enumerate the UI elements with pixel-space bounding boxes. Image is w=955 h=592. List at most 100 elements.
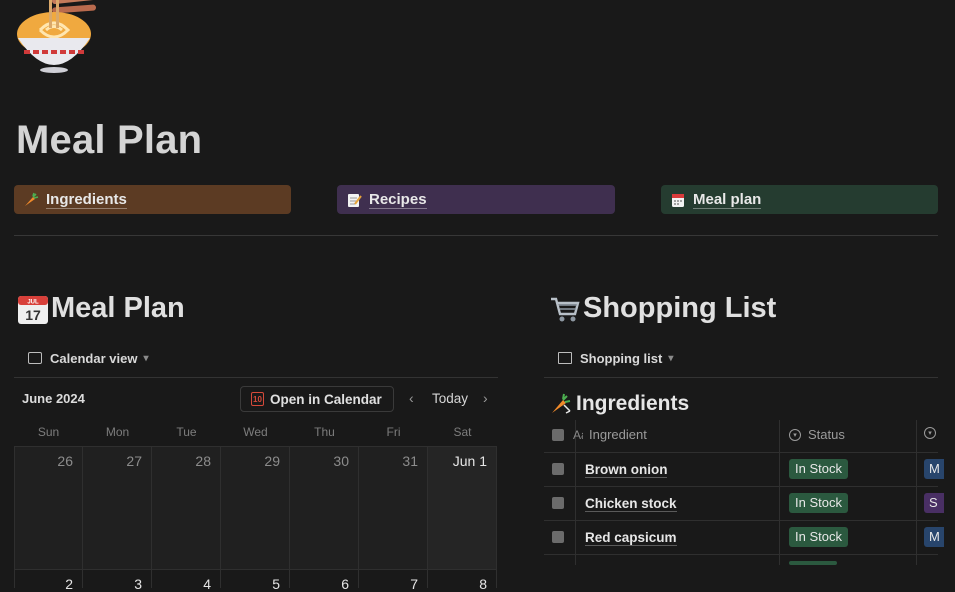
divider bbox=[14, 235, 938, 236]
calendar-day-cell[interactable]: Jun 1 bbox=[428, 446, 497, 569]
chevron-down-icon: ▾ bbox=[668, 352, 674, 364]
divider bbox=[14, 377, 498, 378]
column-header-extra[interactable]: ▾ bbox=[924, 427, 936, 439]
column-divider bbox=[916, 420, 917, 565]
weekday-label: Sat bbox=[453, 425, 472, 439]
weekday-label: Wed bbox=[243, 425, 268, 439]
weekday-label: Sun bbox=[37, 425, 60, 439]
prev-month-button[interactable]: ‹ bbox=[409, 390, 414, 406]
day-number: Jun 1 bbox=[452, 453, 487, 469]
shopping-cart-icon bbox=[549, 293, 581, 325]
nav-link-label: Ingredients bbox=[46, 190, 127, 209]
day-number: 6 bbox=[341, 576, 349, 592]
row-divider bbox=[544, 554, 938, 555]
chevron-down-icon: ▾ bbox=[143, 352, 149, 364]
calendar-day-cell[interactable]: 2 bbox=[14, 569, 83, 592]
calendar-month: June 2024 bbox=[22, 391, 85, 406]
carrot-icon bbox=[22, 191, 40, 209]
day-number: 28 bbox=[195, 453, 211, 469]
calendar-day-cell[interactable]: 3 bbox=[83, 569, 152, 592]
day-number: 3 bbox=[134, 576, 142, 592]
day-number: 31 bbox=[402, 453, 418, 469]
calendar-view-label: Calendar view bbox=[50, 350, 138, 366]
nav-link-meal-plan[interactable]: Meal plan bbox=[661, 185, 938, 214]
day-number: 7 bbox=[410, 576, 418, 592]
calendar-day-cell[interactable]: 5 bbox=[221, 569, 290, 592]
table-row[interactable]: Red capsicum bbox=[585, 529, 677, 547]
ramen-bowl-icon bbox=[16, 0, 98, 74]
calendar-view-icon bbox=[28, 352, 42, 364]
calendar-app-icon: 10 bbox=[251, 392, 264, 406]
shopping-list-view-tab[interactable]: Shopping list ▾ bbox=[558, 349, 673, 367]
shopping-list-title: Shopping List bbox=[583, 292, 777, 324]
svg-text:17: 17 bbox=[25, 307, 41, 323]
table-icon bbox=[558, 352, 572, 364]
row-divider bbox=[544, 520, 938, 521]
meal-plan-heading: JUL 17 Meal Plan bbox=[17, 292, 185, 325]
calendar-view-tab[interactable]: Calendar view ▾ bbox=[28, 349, 148, 367]
shopping-list-heading: Shopping List bbox=[549, 292, 776, 325]
column-header-label: Ingredient bbox=[589, 427, 647, 442]
weekday-label: Thu bbox=[314, 425, 335, 439]
ingredient-name[interactable]: Chicken stock bbox=[585, 496, 677, 512]
nav-link-label: Meal plan bbox=[693, 190, 762, 209]
open-in-calendar-label: Open in Calendar bbox=[270, 391, 382, 407]
table-bottom-edge bbox=[544, 565, 955, 588]
day-number: 27 bbox=[126, 453, 142, 469]
column-header-status[interactable]: ▾ Status bbox=[789, 427, 845, 442]
status-badge: In Stock bbox=[789, 493, 848, 513]
calendar-day-cell[interactable]: 8 bbox=[428, 569, 497, 592]
open-in-calendar-button[interactable]: 10 Open in Calendar bbox=[240, 386, 394, 412]
table-row[interactable]: Brown onion bbox=[585, 461, 668, 479]
row-checkbox[interactable] bbox=[552, 497, 564, 509]
memo-icon bbox=[345, 191, 363, 209]
day-number: 4 bbox=[203, 576, 211, 592]
divider bbox=[544, 377, 938, 378]
status-badge: In Stock bbox=[789, 527, 848, 547]
calendar-icon bbox=[669, 191, 687, 209]
table-row[interactable]: Chicken stock bbox=[585, 495, 677, 513]
calendar-day-cell[interactable]: 31 bbox=[359, 446, 428, 569]
row-checkbox[interactable] bbox=[552, 531, 564, 543]
nav-link-label: Recipes bbox=[369, 190, 427, 209]
ingredients-db-title: Ingredients bbox=[550, 392, 689, 416]
today-button[interactable]: Today bbox=[432, 391, 468, 406]
status-property-icon: ▾ bbox=[789, 428, 801, 441]
ingredient-name[interactable]: Red capsicum bbox=[585, 530, 677, 546]
select-property-icon: ▾ bbox=[924, 427, 936, 439]
day-number: 30 bbox=[333, 453, 349, 469]
calendar-icon: JUL 17 bbox=[17, 293, 49, 325]
text-property-icon: Aa bbox=[573, 427, 583, 442]
row-divider bbox=[544, 452, 938, 453]
calendar-day-cell[interactable]: 4 bbox=[152, 569, 221, 592]
tag-badge: S bbox=[924, 493, 944, 513]
calendar-day-cell[interactable]: 26 bbox=[14, 446, 83, 569]
svg-text:JUL: JUL bbox=[27, 299, 39, 305]
row-divider bbox=[544, 486, 938, 487]
calendar-day-cell[interactable]: 7 bbox=[359, 569, 428, 592]
page-title: Meal Plan bbox=[16, 118, 203, 162]
shopping-list-view-label: Shopping list bbox=[580, 350, 663, 366]
ingredient-name[interactable]: Brown onion bbox=[585, 462, 668, 478]
tag-badge: M bbox=[924, 527, 944, 547]
day-number: 2 bbox=[65, 576, 73, 592]
next-month-button[interactable]: › bbox=[483, 390, 488, 406]
calendar-day-cell[interactable]: 27 bbox=[83, 446, 152, 569]
ingredients-db-label: Ingredients bbox=[576, 392, 690, 415]
nav-link-recipes[interactable]: Recipes bbox=[337, 185, 615, 214]
select-all-checkbox[interactable] bbox=[552, 429, 564, 441]
column-header-ingredient[interactable]: Aa Ingredient bbox=[573, 427, 647, 442]
tag-badge: M bbox=[924, 459, 944, 479]
day-number: 26 bbox=[57, 453, 73, 469]
day-number: 5 bbox=[272, 576, 280, 592]
weekday-label: Fri bbox=[386, 425, 401, 439]
calendar-day-cell[interactable]: 30 bbox=[290, 446, 359, 569]
carrot-icon bbox=[550, 393, 572, 415]
column-header-label: Status bbox=[808, 427, 845, 442]
day-number: 8 bbox=[479, 576, 487, 592]
calendar-day-cell[interactable]: 28 bbox=[152, 446, 221, 569]
calendar-day-cell[interactable]: 29 bbox=[221, 446, 290, 569]
nav-link-ingredients[interactable]: Ingredients bbox=[14, 185, 291, 214]
calendar-day-cell[interactable]: 6 bbox=[290, 569, 359, 592]
row-checkbox[interactable] bbox=[552, 463, 564, 475]
